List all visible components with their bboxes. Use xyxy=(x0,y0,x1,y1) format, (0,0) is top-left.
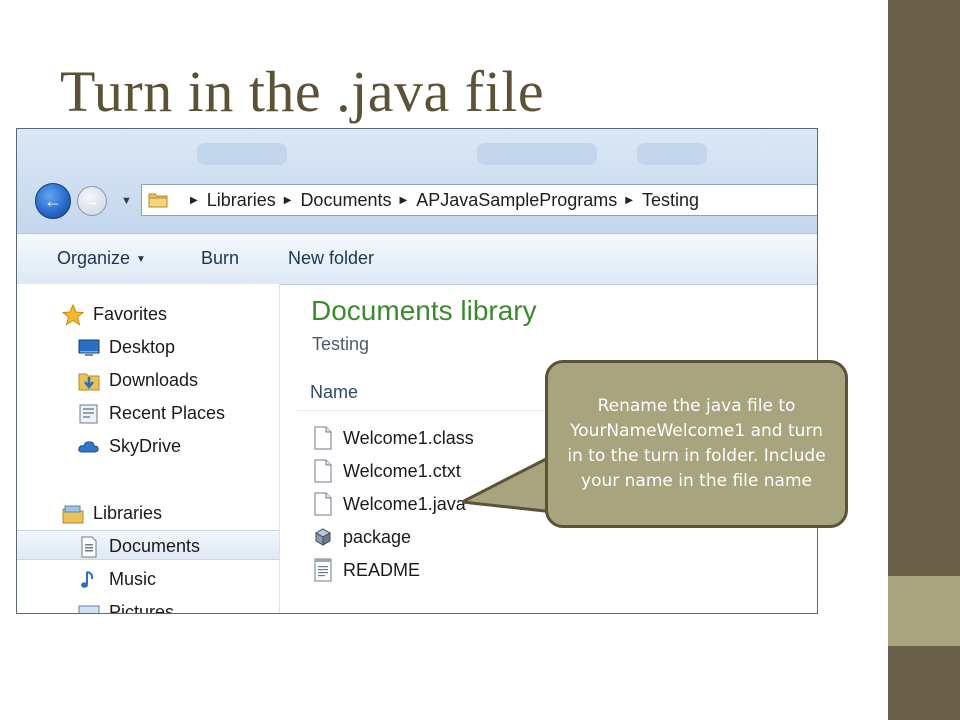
nav-label: Libraries xyxy=(93,503,163,523)
document-icon xyxy=(81,536,97,558)
file-name: package xyxy=(343,527,412,547)
breadcrumb: ▶ Libraries ▶ Documents ▶ APJavaSamplePr… xyxy=(182,185,699,215)
organize-button[interactable]: Organize ▼ xyxy=(57,248,146,269)
file-name: Welcome1.class xyxy=(343,428,474,448)
breadcrumb-item[interactable]: Documents xyxy=(300,190,391,211)
breadcrumb-separator-icon[interactable]: ▶ xyxy=(399,195,407,206)
text-file-icon xyxy=(314,558,332,582)
navigation-pane: Favorites Desktop Downloads Recent Place… xyxy=(17,284,280,613)
star-icon xyxy=(61,304,85,326)
nav-documents[interactable]: Documents xyxy=(17,530,279,560)
nav-skydrive[interactable]: SkyDrive xyxy=(17,431,279,461)
nav-label: SkyDrive xyxy=(109,436,182,456)
nav-desktop[interactable]: Desktop xyxy=(17,332,279,362)
blurred-title-area xyxy=(637,143,707,165)
command-toolbar: Organize ▼ Burn New folder xyxy=(17,233,817,285)
breadcrumb-separator-icon[interactable]: ▶ xyxy=(190,195,198,206)
nav-pictures[interactable]: Pictures xyxy=(17,597,279,614)
back-arrow-icon: ← xyxy=(44,191,62,211)
forward-button[interactable]: → xyxy=(77,186,107,216)
desktop-icon xyxy=(78,339,100,356)
blurred-title-area xyxy=(197,143,287,165)
callout-text: Rename the java file to YourNameWelcome1… xyxy=(567,396,826,491)
nav-recent-places[interactable]: Recent Places xyxy=(17,398,279,428)
downloads-icon xyxy=(78,373,100,391)
column-header-name[interactable]: Name xyxy=(310,382,358,403)
nav-music[interactable]: Music xyxy=(17,564,279,594)
nav-label: Pictures xyxy=(109,602,175,614)
chevron-down-icon: ▼ xyxy=(121,195,132,207)
window-chrome: ← → ▼ ▶ Libraries ▶ Documents ▶ APJavaSa… xyxy=(17,129,817,233)
package-icon xyxy=(314,528,332,546)
file-name: README xyxy=(343,560,421,580)
nav-label: Music xyxy=(109,569,157,589)
nav-label: Downloads xyxy=(109,370,199,390)
breadcrumb-separator-icon[interactable]: ▶ xyxy=(284,195,292,206)
nav-favorites[interactable]: Favorites xyxy=(17,299,279,329)
nav-label: Documents xyxy=(109,536,201,556)
recent-pages-dropdown[interactable]: ▼ xyxy=(121,195,132,207)
back-button[interactable]: ← xyxy=(35,183,71,219)
burn-button[interactable]: Burn xyxy=(201,248,239,269)
library-title: Documents library xyxy=(311,295,537,326)
music-note-icon xyxy=(81,571,94,588)
decorative-band xyxy=(888,0,960,720)
decorative-band-accent xyxy=(888,576,960,646)
chevron-down-icon: ▼ xyxy=(136,254,146,265)
nav-label: Desktop xyxy=(109,337,176,357)
blurred-title-area xyxy=(477,143,597,165)
instruction-callout: Rename the java file to YourNameWelcome1… xyxy=(545,360,848,528)
breadcrumb-item[interactable]: Libraries xyxy=(207,190,276,211)
nav-libraries[interactable]: Libraries xyxy=(17,498,279,528)
recent-places-icon xyxy=(79,404,98,424)
pictures-icon xyxy=(78,605,100,613)
breadcrumb-separator-icon[interactable]: ▶ xyxy=(625,195,633,206)
slide-title: Turn in the .java file xyxy=(60,59,545,124)
library-subtitle: Testing xyxy=(312,334,370,354)
libraries-icon xyxy=(62,505,84,524)
nav-label: Recent Places xyxy=(109,403,226,423)
cloud-icon xyxy=(78,441,99,453)
file-icon xyxy=(314,459,332,483)
forward-arrow-icon: → xyxy=(85,193,99,209)
file-icon xyxy=(314,492,332,516)
file-icon xyxy=(314,426,332,450)
folder-icon xyxy=(148,193,168,208)
organize-label: Organize xyxy=(57,248,131,268)
breadcrumb-item[interactable]: APJavaSamplePrograms xyxy=(416,190,617,211)
address-bar[interactable]: ▶ Libraries ▶ Documents ▶ APJavaSamplePr… xyxy=(141,184,817,216)
nav-downloads[interactable]: Downloads xyxy=(17,365,279,395)
file-name: Welcome1.java xyxy=(343,494,466,514)
new-folder-button[interactable]: New folder xyxy=(288,248,374,269)
breadcrumb-item[interactable]: Testing xyxy=(642,190,699,211)
nav-label: Favorites xyxy=(93,304,168,324)
file-name: Welcome1.ctxt xyxy=(343,461,461,481)
